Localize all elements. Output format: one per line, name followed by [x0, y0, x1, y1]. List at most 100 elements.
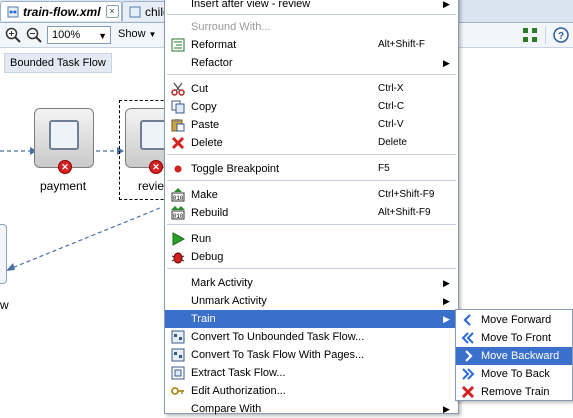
menu-item-mark-activity[interactable]: Mark Activity ▶	[165, 274, 458, 292]
collapsed-panel[interactable]	[0, 224, 7, 284]
svg-text:010: 010	[173, 213, 184, 220]
menu-item-label: Surround With...	[191, 21, 271, 33]
scissors-icon	[171, 82, 185, 96]
partial-activity-label: w	[0, 298, 9, 312]
menu-item-label: Reformat	[191, 39, 237, 51]
extract-task-flow-icon	[171, 366, 185, 380]
task-flow-file-icon	[7, 6, 19, 17]
menu-item-label: Extract Task Flow...	[191, 367, 286, 379]
menu-item-compare-with[interactable]: Compare With ▶	[165, 400, 458, 418]
menu-item-run[interactable]: Run	[165, 230, 458, 248]
chevron-left-icon	[463, 314, 471, 326]
menu-item-paste[interactable]: Paste Ctrl-V	[165, 116, 458, 134]
submenu-arrow-icon: ▶	[443, 0, 450, 9]
chevron-down-icon: ▼	[148, 29, 157, 39]
menu-item-toggle-breakpoint[interactable]: Toggle Breakpoint F5	[165, 160, 458, 178]
delete-x-icon	[171, 136, 185, 150]
task-flow-icon	[171, 330, 185, 344]
double-chevron-right-icon	[462, 368, 475, 380]
submenu-item-label: Move To Front	[481, 332, 552, 344]
svg-text:010: 010	[173, 195, 184, 202]
menu-item-unmark-activity[interactable]: Unmark Activity ▶	[165, 292, 458, 310]
rebuild-icon: 010	[171, 206, 185, 220]
svg-text:?: ?	[558, 31, 564, 42]
context-menu: Insert after view - review ▶ Surround Wi…	[164, 0, 459, 415]
submenu-arrow-icon: ▶	[443, 58, 450, 68]
menu-item-insert-after[interactable]: Insert after view - review ▶	[165, 0, 458, 13]
menu-separator	[167, 180, 456, 181]
layout-icon[interactable]	[522, 27, 538, 43]
menu-item-debug[interactable]: Debug	[165, 248, 458, 266]
menu-item-label: Run	[191, 233, 212, 245]
task-flow-icon	[171, 348, 185, 362]
menu-item-train[interactable]: Train ▶	[165, 310, 458, 328]
zoom-out-icon[interactable]	[26, 27, 42, 43]
breakpoint-icon	[174, 165, 182, 173]
menu-item-shortcut: Alt+Shift-F	[378, 39, 425, 50]
close-tab-icon[interactable]: ×	[105, 5, 119, 18]
menu-item-shortcut: Ctrl+Shift-F9	[378, 189, 435, 200]
menu-item-shortcut: Ctrl-V	[378, 119, 404, 130]
paste-icon	[171, 119, 185, 132]
menu-item-label: Rebuild	[191, 207, 229, 219]
zoom-level-value: 100%	[52, 29, 81, 41]
menu-separator	[167, 224, 456, 225]
menu-item-rebuild[interactable]: 010 Rebuild Alt+Shift-F9	[165, 204, 458, 222]
menu-item-convert-with-pages[interactable]: Convert To Task Flow With Pages...	[165, 346, 458, 364]
submenu-item-move-to-back[interactable]: Move To Back	[456, 365, 572, 383]
train-submenu: Move Forward Move To Front Move Backward…	[455, 309, 573, 401]
menu-item-label: Toggle Breakpoint	[191, 163, 280, 175]
menu-item-shortcut: Delete	[378, 137, 407, 148]
zoom-level-select[interactable]: 100% ▼	[47, 26, 111, 44]
show-menu-button[interactable]: Show ▼	[118, 28, 156, 40]
double-chevron-left-icon	[461, 332, 474, 344]
menu-item-make[interactable]: 010 Make Ctrl+Shift-F9	[165, 186, 458, 204]
tab-train-flow[interactable]: train-flow.xml ×	[0, 1, 122, 21]
menu-item-reformat[interactable]: Reformat Alt+Shift-F	[165, 36, 458, 54]
view-activity-payment[interactable]: ✕	[34, 108, 94, 174]
activity-label-payment: payment	[40, 179, 87, 193]
submenu-item-label: Move Forward	[481, 314, 552, 326]
submenu-item-remove-train[interactable]: Remove Train	[456, 383, 572, 401]
menu-separator	[167, 74, 456, 75]
submenu-arrow-icon: ▶	[443, 296, 450, 306]
menu-item-refactor[interactable]: Refactor ▶	[165, 54, 458, 72]
help-icon[interactable]: ?	[553, 27, 569, 43]
submenu-arrow-icon: ▶	[443, 404, 450, 414]
menu-item-edit-authorization[interactable]: Edit Authorization...	[165, 382, 458, 400]
chevron-down-icon: ▼	[98, 31, 107, 41]
menu-item-convert-unbounded[interactable]: Convert To Unbounded Task Flow...	[165, 328, 458, 346]
run-play-icon	[172, 232, 185, 246]
make-icon: 010	[171, 188, 185, 202]
submenu-item-move-backward[interactable]: Move Backward	[456, 347, 572, 365]
submenu-item-label: Move Backward	[481, 350, 560, 362]
menu-item-shortcut: Ctrl-X	[378, 83, 404, 94]
tab-label: train-flow.xml	[23, 4, 101, 19]
menu-item-extract-task-flow[interactable]: Extract Task Flow...	[165, 364, 458, 382]
menu-item-surround-with: Surround With...	[165, 18, 458, 36]
menu-item-label: Mark Activity	[191, 277, 253, 289]
toolbar-divider	[545, 26, 546, 44]
submenu-item-move-forward[interactable]: Move Forward	[456, 311, 572, 329]
submenu-item-label: Move To Back	[481, 368, 550, 380]
menu-item-delete[interactable]: Delete Delete	[165, 134, 458, 152]
delete-x-icon	[461, 385, 475, 399]
menu-item-shortcut: Alt+Shift-F9	[378, 207, 431, 218]
menu-item-label: Unmark Activity	[191, 295, 267, 307]
menu-item-label: Refactor	[191, 57, 233, 69]
menu-item-label: Debug	[191, 251, 224, 263]
menu-item-shortcut: F5	[378, 163, 390, 174]
menu-item-label: Edit Authorization...	[191, 385, 286, 397]
menu-item-copy[interactable]: Copy Ctrl-C	[165, 98, 458, 116]
menu-item-label: Make	[191, 189, 218, 201]
menu-item-label: Delete	[191, 137, 223, 149]
reformat-icon	[171, 38, 185, 52]
menu-item-label: Train	[191, 313, 216, 325]
error-icon: ✕	[149, 160, 163, 174]
submenu-item-move-to-front[interactable]: Move To Front	[456, 329, 572, 347]
copy-icon	[171, 100, 185, 114]
menu-item-cut[interactable]: Cut Ctrl-X	[165, 80, 458, 98]
submenu-arrow-icon: ▶	[443, 314, 450, 324]
zoom-in-icon[interactable]	[5, 27, 21, 43]
menu-item-label: Cut	[191, 83, 209, 95]
